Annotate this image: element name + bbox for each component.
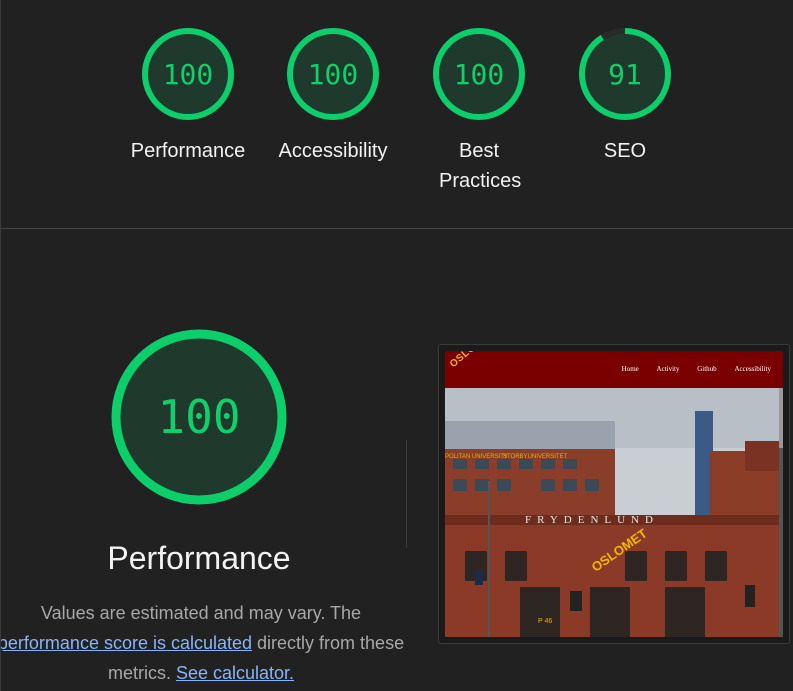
site-nav-links: Home Activity Github Accessibility — [606, 365, 771, 373]
gauge-accessibility[interactable]: 100 Accessibility — [273, 26, 393, 166]
gauge-score: 91 — [608, 58, 642, 91]
section-divider — [1, 228, 793, 229]
building-photo: POLITAN UNIVERSITY STORBYUNIVERSITET FRY… — [445, 388, 783, 637]
gauge-ring: 100 — [433, 28, 525, 120]
gauge-score: 100 — [454, 58, 505, 91]
gauge-score: 100 — [163, 58, 214, 91]
gauge-label: Performance — [130, 140, 246, 162]
score-calculated-link[interactable]: performance score is calculated — [1, 633, 252, 653]
gauge-label: Accessibility — [278, 140, 388, 162]
site-logo: OSLOMET — [448, 351, 496, 370]
lighthouse-report: 100 Performance 100 Accessibility 100 Be… — [0, 0, 793, 691]
performance-title: Performance — [107, 540, 291, 576]
see-calculator-link[interactable]: See calculator. — [176, 663, 294, 683]
description-text: Values are estimated and may vary. The — [40, 603, 362, 623]
gauge-ring: 100 — [142, 28, 234, 120]
final-screenshot[interactable]: POLITAN UNIVERSITY STORBYUNIVERSITET FRY… — [438, 344, 790, 644]
gauge-ring: 91 — [579, 28, 671, 120]
screenshot-image: POLITAN UNIVERSITY STORBYUNIVERSITET FRY… — [445, 351, 783, 637]
gauge-ring: 100 — [287, 28, 379, 120]
building-banner-left: POLITAN UNIVERSITY — [445, 454, 508, 460]
site-nav-activity: Activity — [656, 365, 680, 373]
gauge-score: 100 — [308, 58, 359, 91]
vertical-separator — [406, 440, 407, 548]
gauge-best-practices[interactable]: 100 Best Practices — [419, 26, 539, 196]
performance-gauge: 100 — [107, 325, 291, 509]
screenshot-scroll-thumb — [779, 388, 783, 448]
gauge-performance[interactable]: 100 Performance — [128, 26, 248, 166]
gauge-seo[interactable]: 91 SEO — [565, 26, 685, 166]
site-nav-github: Github — [697, 365, 717, 373]
building-banner-right: STORBYUNIVERSITET — [503, 454, 568, 460]
performance-score: 100 — [157, 390, 240, 444]
gauge-label: Best Practices — [439, 140, 522, 192]
site-navbar: OSLOMET Home Activity Github Accessibili… — [445, 351, 783, 388]
gauge-label: SEO — [603, 140, 647, 162]
performance-description: Values are estimated and may vary. The p… — [1, 598, 411, 688]
performance-gauge-ring: 100 — [111, 329, 287, 505]
site-nav-accessibility: Accessibility — [734, 365, 771, 373]
building-sign: FRYDENLUND — [525, 514, 659, 526]
door-text: P 46 — [538, 618, 552, 625]
category-gauges: 100 Performance 100 Accessibility 100 Be… — [1, 0, 793, 228]
site-nav-home: Home — [621, 365, 639, 373]
